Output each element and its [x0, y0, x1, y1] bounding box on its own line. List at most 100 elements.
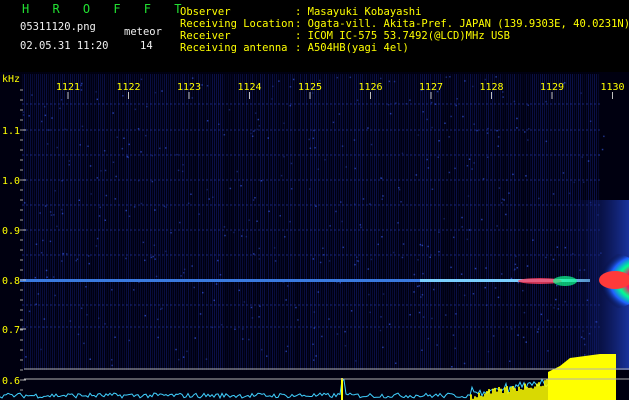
noise-dot: [271, 98, 273, 100]
noise-dot: [317, 291, 320, 293]
noise-dot: [466, 238, 469, 241]
noise-column: [44, 74, 45, 370]
noise-dot: [420, 296, 422, 298]
noise-dot: [448, 136, 450, 138]
noise-dot: [286, 345, 289, 348]
noise-column: [354, 74, 355, 370]
noise-dot: [313, 359, 315, 361]
noise-column: [278, 74, 279, 370]
noise-column: [494, 74, 495, 370]
noise-dot: [100, 170, 102, 172]
noise-dot: [206, 188, 208, 191]
noise-dot: [191, 77, 194, 79]
noise-dot: [208, 198, 210, 200]
noise-dot: [342, 246, 344, 249]
noise-column: [496, 74, 497, 370]
noise-dot: [190, 193, 192, 195]
noise-column: [440, 74, 441, 370]
noise-dot: [126, 155, 128, 158]
noise-dot: [458, 284, 461, 286]
noise-dot: [99, 206, 101, 209]
noise-dot: [381, 198, 383, 200]
noise-dot: [454, 347, 456, 350]
noise-dot: [89, 358, 91, 360]
noise-dot: [344, 330, 346, 333]
noise-column: [160, 74, 161, 370]
noise-column: [230, 74, 231, 370]
noise-dot: [485, 267, 487, 269]
noise-column: [420, 74, 421, 370]
datetime-label: 02.05.31 11:20: [20, 40, 109, 52]
noise-dot: [603, 135, 605, 138]
noise-column: [426, 74, 427, 370]
noise-dot: [401, 152, 404, 155]
noise-dot: [34, 276, 37, 279]
noise-dot: [152, 255, 154, 258]
noise-dot: [61, 208, 63, 211]
noise-dot: [398, 188, 401, 191]
level-bar: [522, 389, 524, 400]
noise-dot: [104, 169, 107, 172]
noise-dot: [324, 159, 326, 161]
noise-dot: [245, 235, 248, 238]
noise-column: [382, 74, 383, 370]
noise-dot: [452, 334, 455, 336]
noise-dot: [87, 145, 89, 147]
noise-column: [350, 74, 351, 370]
noise-dot: [290, 162, 293, 165]
noise-column: [258, 74, 259, 370]
noise-dot: [422, 272, 424, 275]
noise-column: [296, 74, 297, 370]
noise-dot: [45, 269, 48, 272]
noise-dot: [154, 258, 156, 260]
noise-dot: [206, 85, 209, 87]
noise-dot: [409, 314, 411, 316]
noise-column: [252, 74, 253, 370]
noise-column: [100, 74, 101, 370]
noise-dot: [510, 277, 513, 280]
noise-dot: [78, 199, 80, 201]
noise-dot: [285, 299, 287, 301]
filename-label: 05311120.png: [20, 21, 96, 33]
noise-column: [82, 74, 83, 370]
noise-dot: [54, 190, 56, 192]
noise-column: [74, 74, 75, 370]
noise-column: [472, 74, 473, 370]
noise-column: [150, 74, 151, 370]
noise-dot: [114, 336, 116, 338]
noise-column: [276, 74, 277, 370]
noise-dot: [90, 193, 92, 195]
noise-dot: [422, 111, 424, 113]
noise-dot: [221, 324, 223, 326]
noise-dot: [44, 114, 47, 117]
noise-dot: [501, 198, 504, 200]
noise-dot: [187, 202, 190, 205]
time-tick-label: 1127: [419, 82, 443, 93]
noise-column: [260, 74, 261, 370]
noise-column: [344, 74, 345, 370]
level-bar: [520, 389, 522, 400]
noise-column: [112, 74, 113, 370]
noise-dot: [165, 147, 167, 149]
noise-dot: [553, 307, 555, 309]
noise-dot: [538, 197, 540, 200]
noise-dot: [367, 268, 370, 270]
noise-dot: [238, 289, 240, 292]
time-tick-label: 1123: [177, 82, 201, 93]
noise-dot: [562, 172, 565, 174]
noise-column: [226, 74, 227, 370]
noise-dot: [317, 168, 320, 170]
noise-column: [216, 74, 217, 370]
level-bar: [478, 392, 480, 400]
noise-column: [362, 74, 363, 370]
noise-dot: [39, 212, 41, 214]
noise-column: [332, 74, 333, 370]
noise-dot: [182, 164, 184, 166]
noise-dot: [128, 143, 130, 146]
noise-dot: [345, 166, 347, 168]
noise-dot: [370, 143, 373, 146]
noise-column: [76, 74, 77, 370]
noise-dot: [450, 115, 452, 118]
noise-dot: [181, 170, 184, 173]
meteor-label: meteor: [124, 26, 162, 38]
